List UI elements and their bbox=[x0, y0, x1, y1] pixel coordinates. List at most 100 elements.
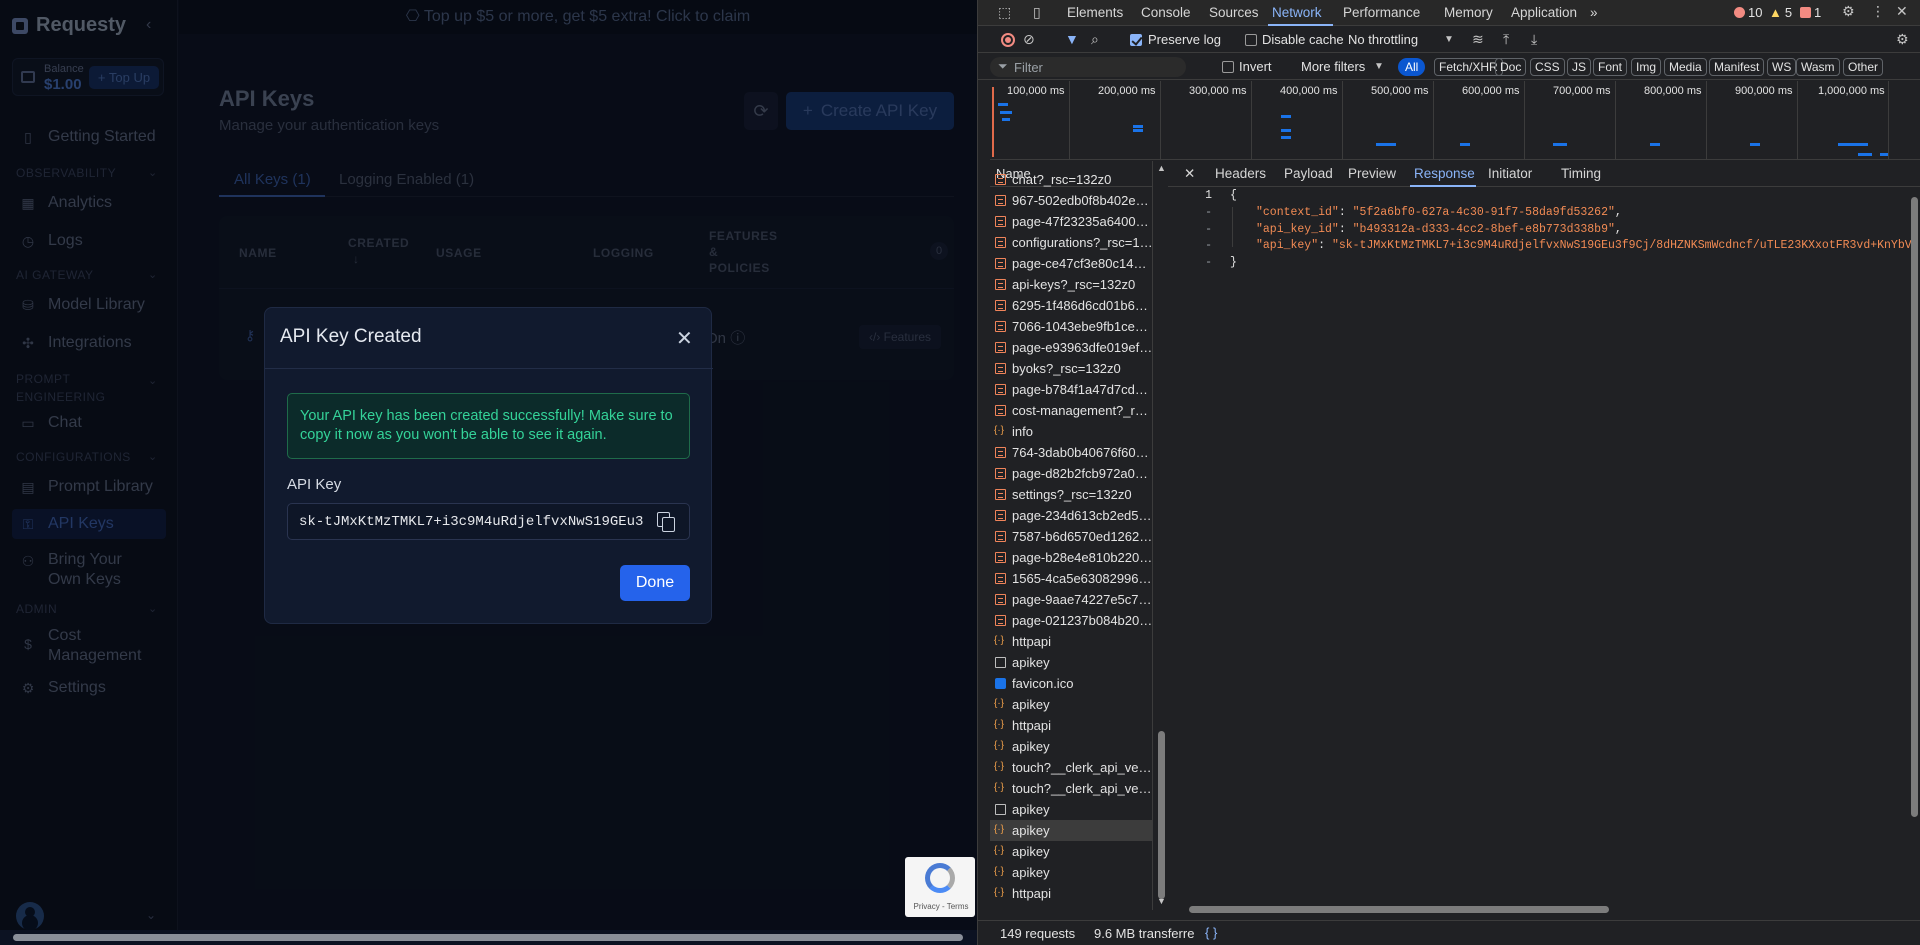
error-count-badge[interactable]: 10 bbox=[1734, 5, 1762, 20]
filter-chip-all[interactable]: All bbox=[1398, 58, 1426, 76]
filter-chip-media[interactable]: Media bbox=[1664, 58, 1707, 76]
tab-sources[interactable]: Sources bbox=[1209, 0, 1259, 26]
request-row[interactable]: byoks?_rsc=132z0 bbox=[990, 358, 1152, 379]
close-devtools-icon[interactable]: ✕ bbox=[1896, 3, 1908, 20]
preserve-log-label[interactable]: Preserve log bbox=[1148, 32, 1221, 47]
scroll-down-icon[interactable]: ▼ bbox=[1157, 896, 1166, 906]
tab-initiator[interactable]: Initiator bbox=[1488, 161, 1532, 187]
filter-chip-css[interactable]: CSS bbox=[1530, 58, 1565, 76]
request-row[interactable]: httpapi bbox=[990, 631, 1152, 652]
tab-preview[interactable]: Preview bbox=[1348, 161, 1396, 187]
filter-input[interactable]: ⏷ Filter bbox=[990, 57, 1186, 77]
close-icon[interactable]: ✕ bbox=[1184, 161, 1195, 187]
scrollbar-thumb[interactable] bbox=[13, 934, 963, 941]
request-row[interactable]: apikey bbox=[990, 862, 1152, 883]
close-icon[interactable]: ✕ bbox=[676, 326, 693, 351]
scrollbar-thumb[interactable] bbox=[1911, 197, 1918, 817]
filter-chip-other[interactable]: Other bbox=[1843, 58, 1884, 76]
request-row[interactable]: apikey bbox=[990, 841, 1152, 862]
tab-payload[interactable]: Payload bbox=[1284, 161, 1333, 187]
request-row[interactable]: apikey bbox=[990, 820, 1152, 841]
issues-count-badge[interactable]: 1 bbox=[1800, 5, 1821, 20]
tab-network[interactable]: Network bbox=[1272, 0, 1322, 26]
tab-performance[interactable]: Performance bbox=[1343, 0, 1420, 26]
network-timeline-overview[interactable]: 100,000 ms 200,000 ms 300,000 ms 400,000… bbox=[990, 81, 1920, 160]
request-row[interactable]: page-d82b2fcb972a09a9.... bbox=[990, 463, 1152, 484]
disable-cache-checkbox[interactable] bbox=[1245, 34, 1257, 46]
request-row[interactable]: page-b28e4e810b220fab.... bbox=[990, 547, 1152, 568]
settings-gear-icon[interactable]: ⚙ bbox=[1842, 3, 1855, 20]
more-tabs-icon[interactable]: » bbox=[1590, 0, 1598, 26]
inspect-element-icon[interactable]: ⬚ bbox=[998, 4, 1011, 21]
recaptcha-links[interactable]: Privacy - Terms bbox=[911, 902, 971, 911]
request-row[interactable]: api-keys?_rsc=132z0 bbox=[990, 274, 1152, 295]
invert-label[interactable]: Invert bbox=[1239, 59, 1272, 74]
api-key-value[interactable]: sk-tJMxKtMzTMKL7+i3c9M4uRdjelfvxNwS19GEu… bbox=[299, 514, 644, 530]
filter-chip-ws[interactable]: WS bbox=[1767, 58, 1797, 76]
request-row[interactable]: 7066-1043ebe9fb1ce0b3.... bbox=[990, 316, 1152, 337]
warning-count-badge[interactable]: ▲ 5 bbox=[1769, 5, 1792, 20]
request-list-scrollbar[interactable]: ▲ ▼ bbox=[1155, 161, 1167, 910]
tab-application[interactable]: Application bbox=[1511, 0, 1577, 26]
filter-icon[interactable]: ▼ bbox=[1065, 31, 1079, 47]
chevron-down-icon[interactable]: ▼ bbox=[1374, 61, 1384, 72]
filter-chip-doc[interactable]: Doc bbox=[1495, 58, 1527, 76]
tab-timing[interactable]: Timing bbox=[1561, 161, 1601, 187]
request-row[interactable]: 764-3dab0b40676f60d1.j... bbox=[990, 442, 1152, 463]
request-row[interactable]: page-021237b084b2083c.... bbox=[990, 610, 1152, 631]
request-row[interactable]: 967-502edb0f8b402edc.j... bbox=[990, 190, 1152, 211]
tab-elements[interactable]: Elements bbox=[1067, 0, 1123, 26]
tab-console[interactable]: Console bbox=[1141, 0, 1191, 26]
request-row[interactable]: apikey bbox=[990, 694, 1152, 715]
tab-memory[interactable]: Memory bbox=[1444, 0, 1493, 26]
request-row[interactable]: settings?_rsc=132z0 bbox=[990, 484, 1152, 505]
api-key-field[interactable]: sk-tJMxKtMzTMKL7+i3c9M4uRdjelfvxNwS19GEu… bbox=[287, 503, 690, 540]
recaptcha-badge[interactable]: Privacy - Terms bbox=[905, 857, 975, 917]
request-row[interactable]: httpapi bbox=[990, 715, 1152, 736]
scrollbar-thumb[interactable] bbox=[1189, 906, 1609, 913]
filter-chip-fetch-xhr[interactable]: Fetch/XHR bbox=[1434, 58, 1503, 76]
tab-headers[interactable]: Headers bbox=[1215, 161, 1266, 187]
more-filters-dropdown[interactable]: More filters bbox=[1301, 59, 1365, 74]
network-conditions-icon[interactable]: ≋ bbox=[1472, 31, 1484, 48]
request-row[interactable]: page-234d613cb2ed5c90.... bbox=[990, 505, 1152, 526]
request-row[interactable]: httpapi bbox=[990, 883, 1152, 904]
throttling-select[interactable]: No throttling bbox=[1348, 32, 1418, 47]
invert-checkbox[interactable] bbox=[1222, 61, 1234, 73]
pretty-print-icon[interactable]: { } bbox=[1205, 925, 1217, 940]
network-settings-icon[interactable]: ⚙ bbox=[1896, 31, 1909, 48]
filter-chip-js[interactable]: JS bbox=[1567, 58, 1592, 76]
import-har-icon[interactable]: ⤒ bbox=[1503, 31, 1509, 48]
filter-chip-wasm[interactable]: Wasm bbox=[1796, 58, 1840, 76]
request-row[interactable]: apikey bbox=[990, 799, 1152, 820]
request-row[interactable]: cost-management?_rsc=1... bbox=[990, 400, 1152, 421]
tab-response[interactable]: Response bbox=[1414, 161, 1475, 187]
scrollbar-thumb[interactable] bbox=[1158, 731, 1165, 899]
search-icon[interactable]: ⌕ bbox=[1091, 31, 1099, 48]
request-row[interactable]: configurations?_rsc=132z0 bbox=[990, 232, 1152, 253]
request-row[interactable]: page-9aae74227e5c7261.... bbox=[990, 589, 1152, 610]
scroll-up-icon[interactable]: ▲ bbox=[1157, 163, 1166, 173]
export-har-icon[interactable]: ⤓ bbox=[1531, 31, 1537, 48]
request-row[interactable]: 6295-1f486d6cd01b6da6.... bbox=[990, 295, 1152, 316]
request-row[interactable]: page-b784f1a47d7cd968.... bbox=[990, 379, 1152, 400]
done-button[interactable]: Done bbox=[620, 565, 690, 601]
response-horizontal-scrollbar[interactable] bbox=[1185, 906, 1907, 914]
filter-chip-font[interactable]: Font bbox=[1593, 58, 1628, 76]
horizontal-scrollbar[interactable] bbox=[0, 930, 977, 945]
request-row[interactable]: favicon.ico bbox=[990, 673, 1152, 694]
filter-chip-img[interactable]: Img bbox=[1631, 58, 1662, 76]
request-row[interactable]: touch?__clerk_api_version... bbox=[990, 757, 1152, 778]
response-body[interactable]: 1 - - - - { "context_id": "5f2a6bf0-627a… bbox=[1168, 189, 1920, 889]
request-row[interactable]: info bbox=[990, 421, 1152, 442]
more-options-icon[interactable]: ⋮ bbox=[1871, 3, 1885, 20]
device-toolbar-icon[interactable]: ▯ bbox=[1033, 4, 1041, 21]
record-icon[interactable] bbox=[1001, 33, 1015, 47]
copy-icon[interactable] bbox=[657, 512, 675, 532]
request-row[interactable]: page-47f23235a6400a78.... bbox=[990, 211, 1152, 232]
response-vertical-scrollbar[interactable] bbox=[1909, 189, 1919, 901]
chevron-down-icon[interactable]: ▼ bbox=[1444, 34, 1454, 45]
request-row[interactable]: 7587-b6d6570ed1262656.... bbox=[990, 526, 1152, 547]
preserve-log-checkbox[interactable] bbox=[1130, 34, 1142, 46]
request-row[interactable]: apikey bbox=[990, 652, 1152, 673]
